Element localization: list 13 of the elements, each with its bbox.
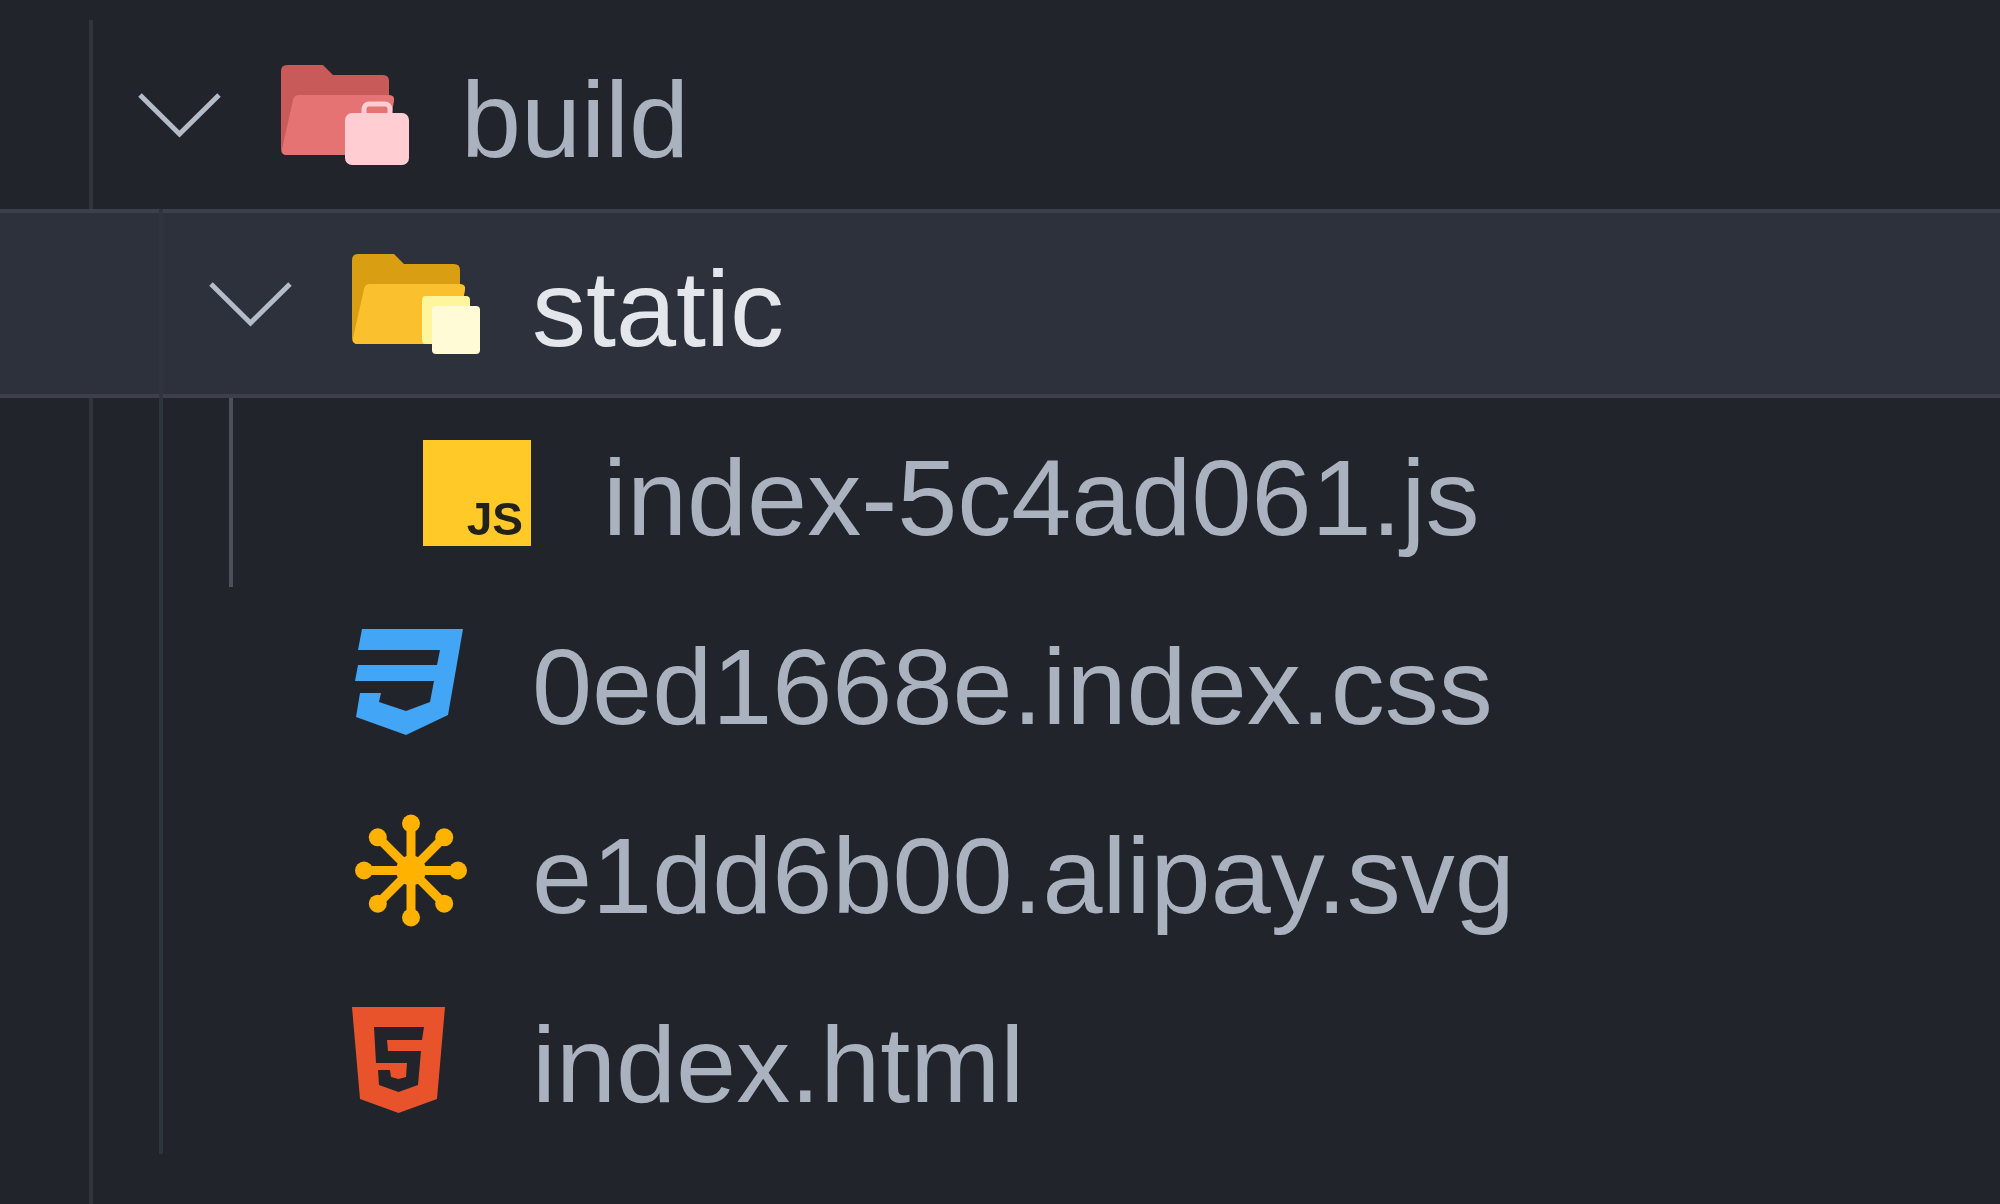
chevron-down-icon[interactable] — [136, 90, 223, 139]
folder-briefcase-icon — [281, 64, 409, 165]
js-file-icon: JS — [423, 439, 531, 546]
css-file-icon — [352, 628, 463, 735]
html-file-icon — [352, 1006, 445, 1113]
tree-item[interactable]: build — [0, 20, 2000, 209]
tree-item[interactable]: 0ed1668e.index.css — [0, 587, 2000, 776]
tree-item[interactable]: index.html — [0, 965, 2000, 1154]
tree-item[interactable]: static — [0, 209, 2000, 398]
folder-files-icon — [352, 253, 480, 354]
tree-item[interactable]: JS index-5c4ad061.js — [0, 398, 2000, 587]
tree-item[interactable]: e1dd6b00.alipay.svg — [0, 776, 2000, 965]
chevron-down-icon[interactable] — [207, 279, 294, 328]
